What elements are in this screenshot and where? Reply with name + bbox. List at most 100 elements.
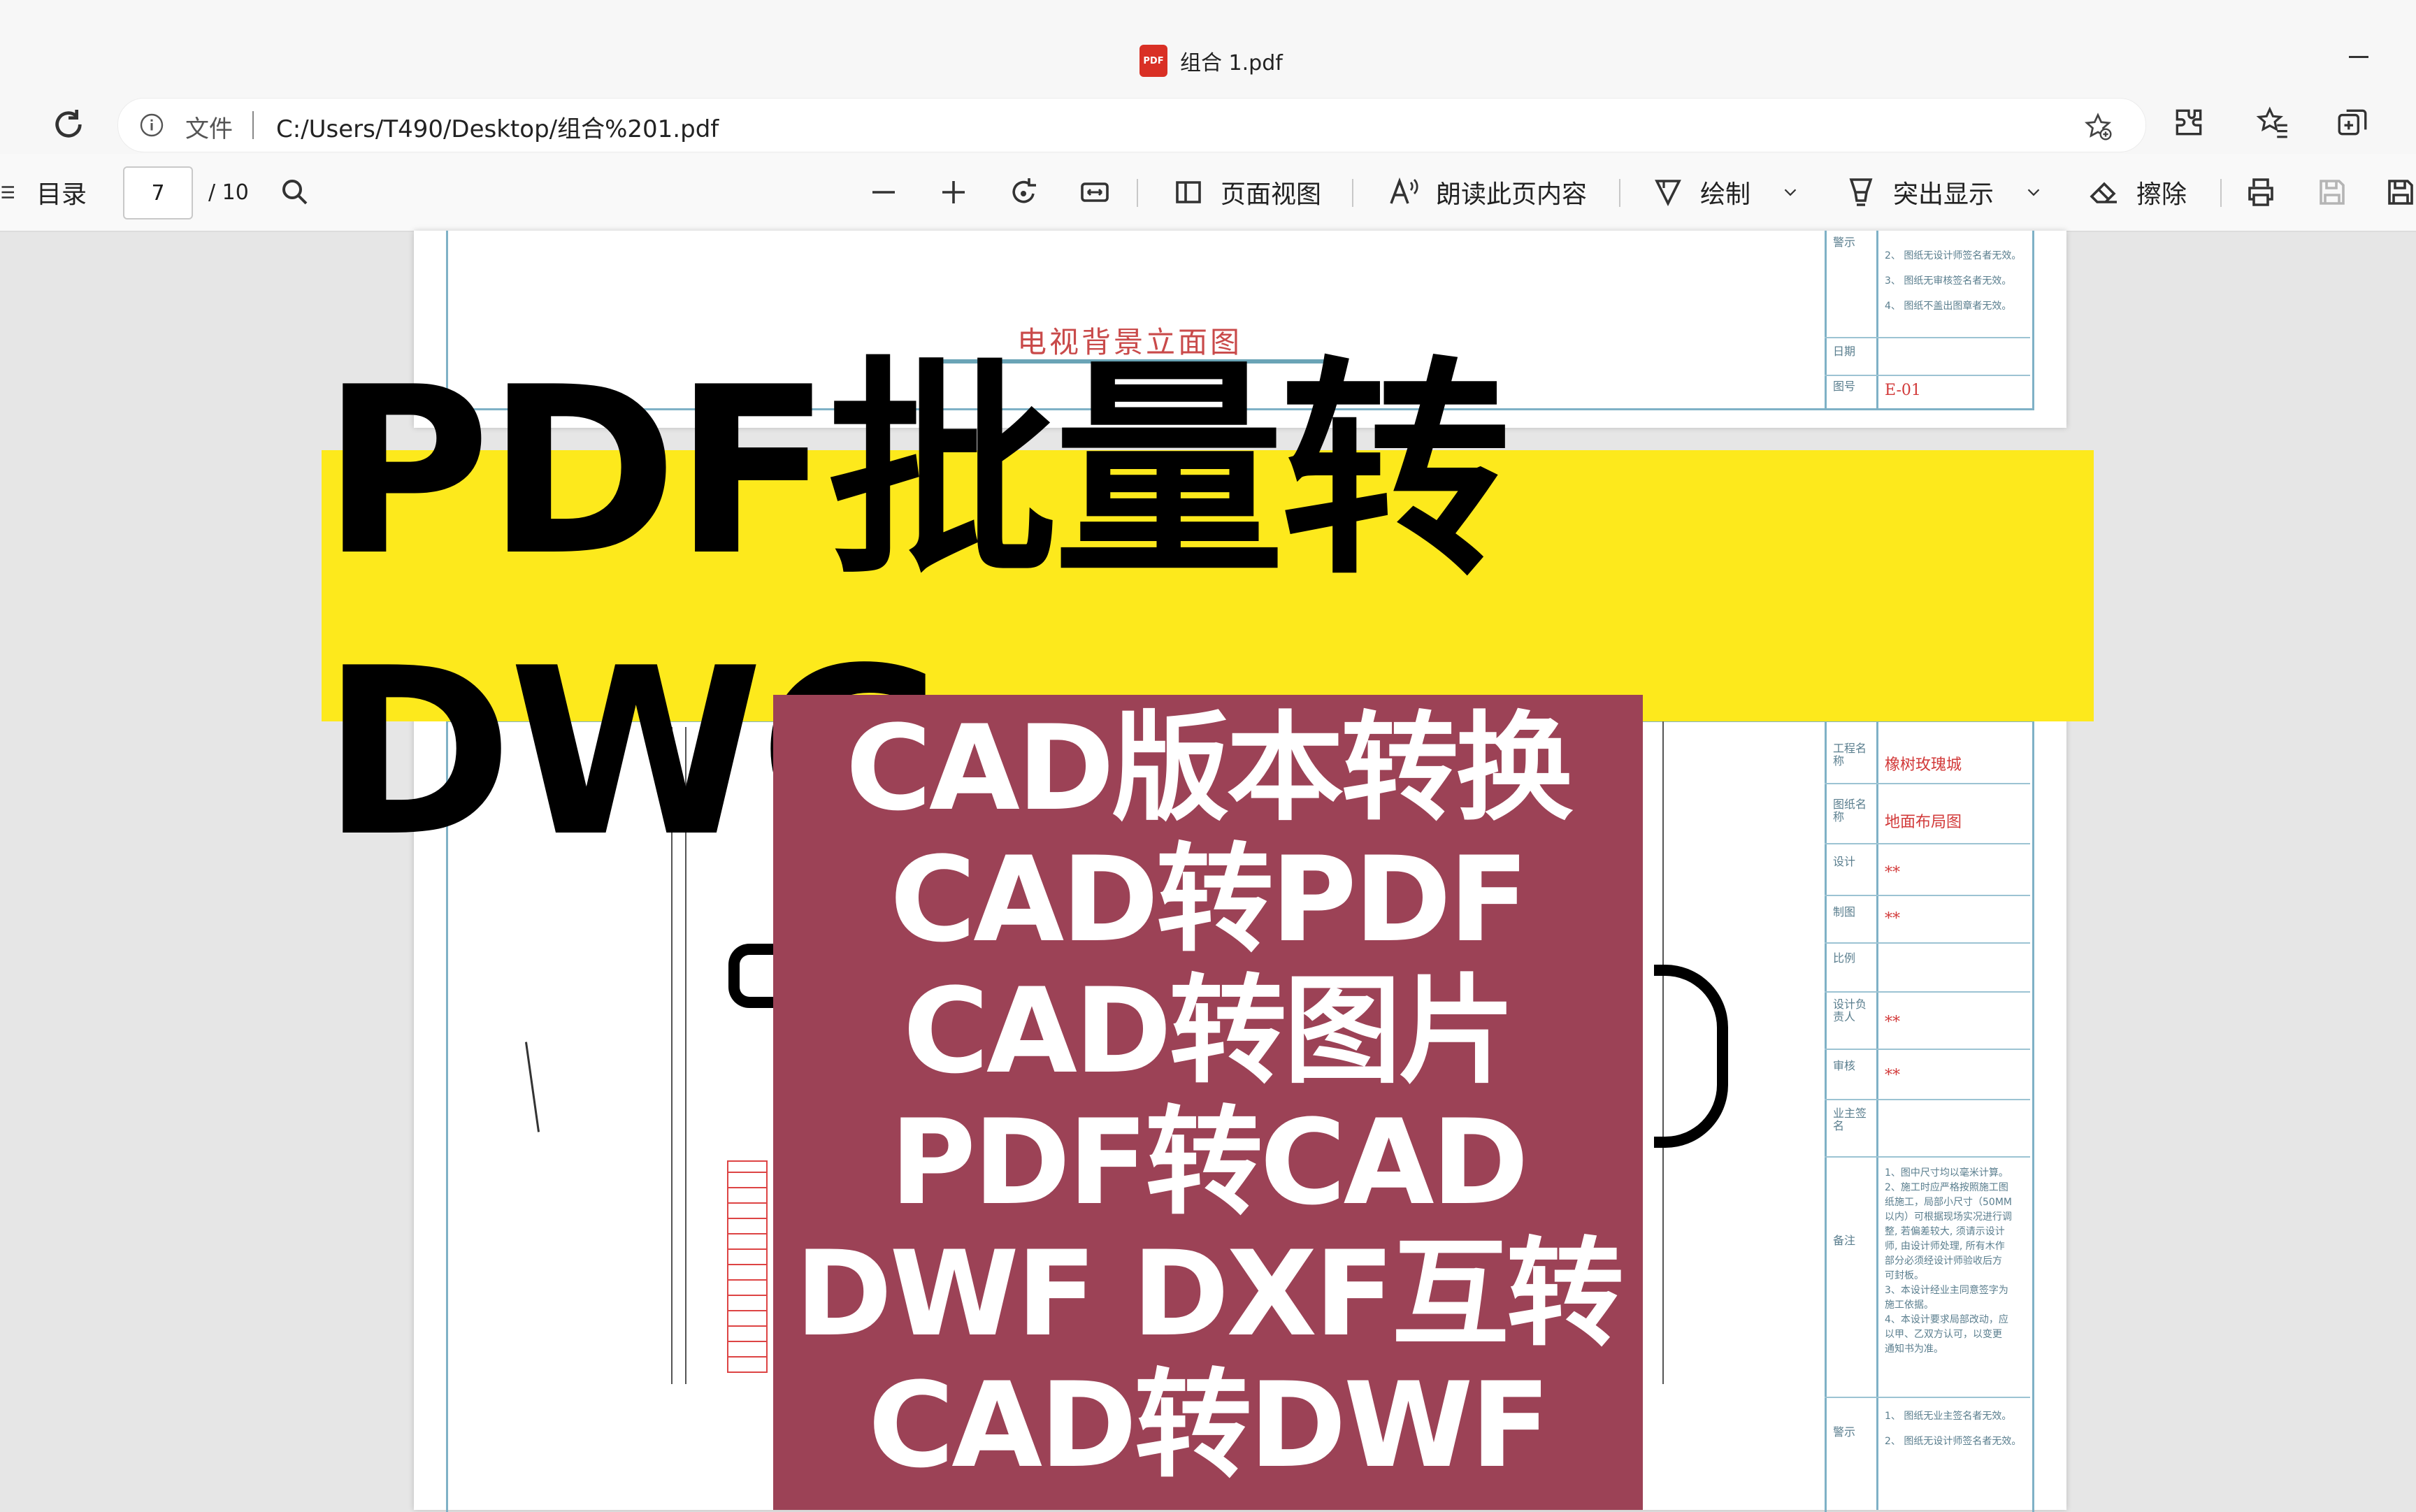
title-block-row-line [1825,895,2030,896]
chevron-down-icon [1784,189,1797,196]
toolbar-divider [1352,179,1353,207]
title-block-row-line [1825,991,2030,993]
feature-item: CAD转DWF [868,1357,1551,1494]
review-value: ** [1885,1067,1900,1084]
feature-item: DWF DXF互转 [795,1225,1624,1362]
draw-button[interactable]: 绘制 [1651,154,1750,231]
remark-line: 2、施工时应严格按照施工图 [1885,1182,2008,1193]
minus-icon [872,191,895,194]
title-block-row-line [1825,942,2030,944]
search-icon [282,180,308,205]
erase-button[interactable]: 擦除 [2087,154,2187,231]
feature-item: CAD版本转换 [845,700,1574,837]
read-aloud-icon [1390,177,1418,204]
warning-label: 警示 [1833,236,1856,249]
collections-icon[interactable] [2335,105,2370,140]
pdf-file-icon: PDF [1139,45,1167,77]
browser-title-bar: PDF 组合 1.pdf [0,0,2416,95]
title-block-row-line [1825,1049,2030,1050]
reload-icon[interactable] [49,105,88,144]
warning-note: 1、 图纸无业主签名者无效。 [1885,1411,2012,1422]
erase-label: 擦除 [2136,180,2187,209]
review-label: 审核 [1833,1059,1856,1072]
highlighter-icon [1849,178,1873,206]
remark-line: 4、本设计要求局部改动，应 [1885,1314,2008,1325]
remark-line: 以内）可根据现场实况进行调 [1885,1211,2012,1223]
zoom-out-button[interactable] [867,154,900,231]
pdf-toolbar: 目录 7 / 10 页面视图 朗读此页内容 绘制 突出显示 擦除 [0,154,2416,232]
remark-line: 可封板。 [1885,1270,1924,1281]
draw-label: 绘制 [1700,180,1751,209]
draw-icon [1655,180,1681,207]
read-aloud-button[interactable]: 朗读此页内容 [1387,154,1587,231]
warning-note: 2、 图纸无设计师签名者无效。 [1885,1436,2022,1447]
draw-options-dropdown[interactable] [1780,154,1801,231]
add-favorite-icon[interactable] [2083,111,2113,142]
title-block-row-line [1825,1156,2030,1158]
file-scheme-label: 文件 [185,115,233,143]
remark-line: 以甲、乙双方认可，以变更 [1885,1329,2002,1340]
remark-line: 1、图中尺寸均以毫米计算。 [1885,1167,2008,1179]
lead-value: ** [1885,1014,1900,1031]
scale-label: 比例 [1833,951,1856,965]
remark-line: 3、本设计经业主同意签字为 [1885,1285,2008,1296]
page-view-icon [1176,181,1201,203]
highlight-options-dropdown[interactable] [2023,154,2044,231]
rotate-icon [1012,178,1036,203]
remarks-list: 1、图中尺寸均以毫米计算。 2、施工时应严格按照施工图 纸施工，局部小尺寸（50… [1885,1166,2012,1357]
lead-label: 设计负责人 [1833,998,1867,1023]
extensions-icon[interactable] [2171,105,2206,140]
toolbar-divider [1619,179,1620,207]
zoom-in-button[interactable] [937,154,970,231]
highlight-label: 突出显示 [1893,180,1994,209]
save-icon [2320,180,2345,205]
window-title: PDF 组合 1.pdf [1139,43,1283,78]
drawn-value: ** [1885,910,1900,928]
total-pages: / 10 [208,180,249,205]
toc-button[interactable]: 目录 [0,154,87,231]
warning-note: 2、 图纸无设计师签名者无效。 [1885,250,2022,261]
save-as-icon [2388,180,2413,205]
page-view-label: 页面视图 [1221,180,1322,209]
fit-width-icon [1081,182,1109,202]
page-number-input[interactable]: 7 [123,166,193,219]
search-button[interactable] [278,154,312,231]
rotate-button[interactable] [1007,154,1040,231]
read-aloud-label: 朗读此页内容 [1436,180,1588,209]
remark-line: 整, 若偏差较大, 须请示设计 [1885,1226,2005,1237]
printer-icon [2248,178,2273,206]
owner-label: 业主签名 [1833,1107,1867,1132]
toc-label: 目录 [36,180,87,209]
favorites-icon[interactable] [2255,105,2290,140]
url-input[interactable]: 文件 C:/Users/T490/Desktop/组合%201.pdf [117,98,2146,152]
eraser-icon [2090,182,2117,203]
save-as-button[interactable] [2384,154,2416,231]
remark-line: 施工依据。 [1885,1299,1934,1311]
feature-list-panel: CAD版本转换 CAD转PDF CAD转图片 PDF转CAD DWF DXF互转… [773,695,1643,1510]
page-view-button[interactable]: 页面视图 [1172,154,1321,231]
save-button[interactable] [2315,154,2349,231]
drawn-label: 制图 [1833,905,1856,919]
headline-banner: PDF批量转DWG [322,338,2094,887]
url-separator [252,111,254,139]
toolbar-divider [2220,179,2222,207]
feature-item: CAD转图片 [903,963,1516,1100]
highlight-button[interactable]: 突出显示 [1844,154,1994,231]
remark-line: 部分必须经设计师验收后方 [1885,1255,2002,1267]
remarks-label: 备注 [1833,1234,1856,1247]
hatched-floor-area [727,1160,768,1373]
info-icon[interactable] [139,113,164,138]
feature-item: CAD转PDF [889,831,1529,968]
title-block-row-line [1825,1397,2030,1398]
url-text[interactable]: C:/Users/T490/Desktop/组合%201.pdf [276,110,719,144]
window-title-text: 组合 1.pdf [1180,51,1283,75]
address-bar-row: 文件 C:/Users/T490/Desktop/组合%201.pdf [0,95,2416,154]
remark-line: 纸施工，局部小尺寸（50MM [1885,1197,2012,1208]
headline-text: PDF批量转DWG [322,338,1511,887]
toolbar-divider [1137,179,1138,207]
menu-icon [1,186,14,199]
print-button[interactable] [2244,154,2278,231]
fit-width-button[interactable] [1078,154,1112,231]
remark-line: 师, 由设计师处理, 所有木作 [1885,1241,2005,1252]
minimize-button[interactable] [2349,56,2368,58]
